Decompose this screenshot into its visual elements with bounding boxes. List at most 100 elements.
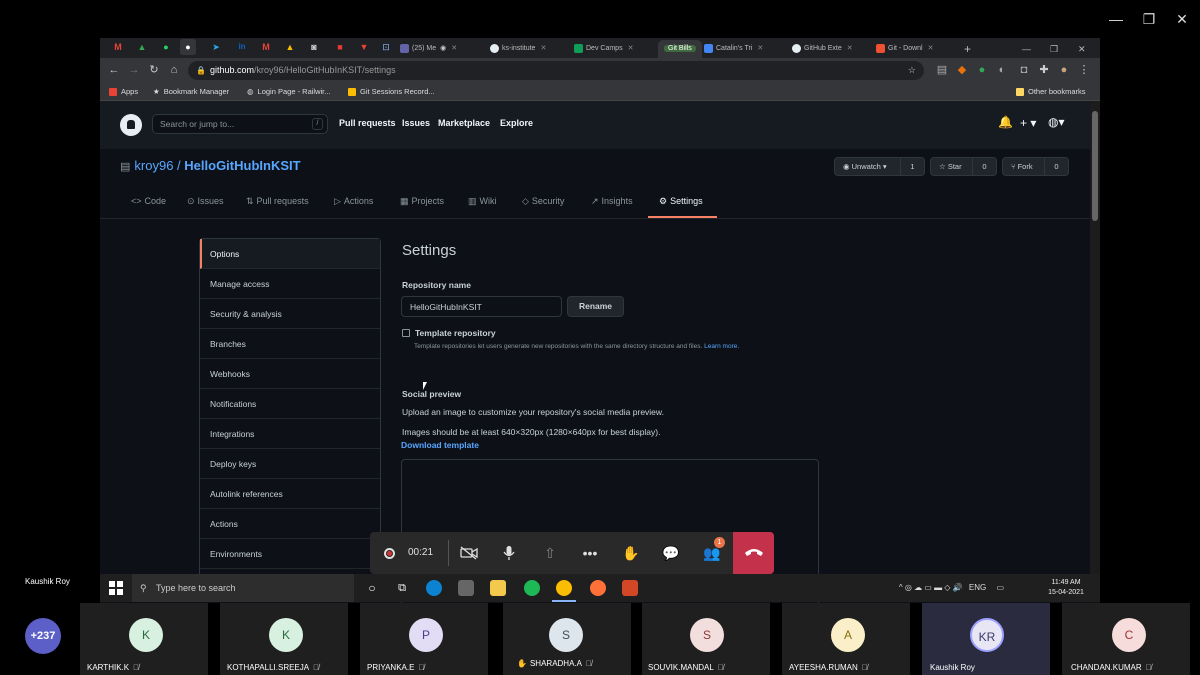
learn-more-link[interactable]: Learn more. <box>704 343 739 350</box>
download-template-link[interactable]: Download template <box>401 440 479 450</box>
file-explorer-icon[interactable] <box>490 580 506 596</box>
tab-dev-camps[interactable]: Dev Camps ✕ <box>574 40 633 58</box>
tab-projects[interactable]: ▦ Projects <box>400 196 444 207</box>
repo-owner-link[interactable]: kroy96 <box>134 158 173 173</box>
participant-tile[interactable]: S SOUVIK.MANDAL 🎙̸ <box>642 603 770 675</box>
leave-call-button[interactable] <box>733 532 774 574</box>
back-icon[interactable]: ← <box>106 62 122 78</box>
fork-count[interactable]: 0 <box>1044 158 1068 175</box>
tab-pull-requests[interactable]: ⇅ Pull requests <box>246 196 309 207</box>
template-repository-checkbox[interactable] <box>402 329 410 337</box>
gmail-tab-icon-2[interactable]: M <box>258 39 274 55</box>
bookmark-login-page[interactable]: ◍ Login Page - Railwir... <box>247 83 331 101</box>
whatsapp-tab-icon[interactable]: ● <box>158 39 174 55</box>
user-avatar[interactable]: ◍▾ <box>1048 115 1065 129</box>
nav-marketplace[interactable]: Marketplace <box>438 118 490 128</box>
more-participants-button[interactable]: +237 <box>25 618 61 654</box>
extension-icon-1[interactable]: ▤ <box>934 62 950 78</box>
scroll-thumb[interactable] <box>1092 111 1098 221</box>
close-tab-icon[interactable]: ✕ <box>451 45 457 52</box>
participant-tile[interactable]: K KARTHIK.K 🎙̸ <box>80 603 208 675</box>
bookmark-apps[interactable]: Apps <box>109 83 138 101</box>
cortana-icon[interactable]: ○ <box>364 580 380 596</box>
bookmark-git-sessions[interactable]: Git Sessions Record... <box>348 83 435 101</box>
new-tab-button[interactable]: + <box>964 40 971 58</box>
watch-button[interactable]: ◉ Unwatch ▾ 1 <box>834 157 925 176</box>
restore-button[interactable]: ❐ <box>1139 10 1159 28</box>
star-button[interactable]: ☆ Star 0 <box>930 157 997 176</box>
participant-tile[interactable]: A AYEESHA.RUMAN 🎙̸ <box>782 603 910 675</box>
sidebar-item-autolink-references[interactable]: Autolink references <box>200 479 380 509</box>
task-view-icon[interactable]: ⧉ <box>394 580 410 596</box>
tab-git-bills[interactable]: Git Bills <box>658 40 702 58</box>
sidebar-item-actions[interactable]: Actions <box>200 509 380 539</box>
more-actions-icon[interactable]: ••• <box>570 532 610 574</box>
github-tab-icon[interactable]: ● <box>180 39 196 55</box>
participant-tile-self[interactable]: KR Kaushik Roy <box>922 603 1050 675</box>
github-logo-icon[interactable] <box>120 114 142 136</box>
sidebar-item-environments[interactable]: Environments <box>200 539 380 569</box>
participant-tile[interactable]: S ✋ SHARADHA.A 🎙̸ <box>503 603 631 675</box>
sidebar-item-security-analysis[interactable]: Security & analysis <box>200 299 380 329</box>
reload-icon[interactable]: ↻ <box>146 62 162 78</box>
network-icon[interactable]: ▭ <box>996 583 1004 592</box>
app-tab-icon[interactable]: ◙ <box>306 39 322 55</box>
tab-actions[interactable]: ▷ Actions <box>334 196 373 207</box>
puzzle-icon[interactable]: ✚ <box>1036 62 1052 78</box>
doc-tab-icon[interactable]: ⊡ <box>378 39 394 55</box>
share-screen-icon[interactable]: ⇧ <box>530 532 570 574</box>
template-repository-label[interactable]: Template repository <box>415 328 496 338</box>
nav-pull-requests[interactable]: Pull requests <box>339 118 396 128</box>
participant-tile[interactable]: P PRIYANKA.E 🎙̸ <box>360 603 488 675</box>
sidebar-item-branches[interactable]: Branches <box>200 329 380 359</box>
sidebar-item-webhooks[interactable]: Webhooks <box>200 359 380 389</box>
taskbar-clock[interactable]: 11:49 AM 15-04-2021 <box>1042 578 1090 598</box>
sidebar-item-manage-access[interactable]: Manage access <box>200 269 380 299</box>
participants-icon[interactable]: 👥 <box>692 532 732 574</box>
profile-avatar-icon[interactable]: ● <box>1056 62 1072 78</box>
sidebar-item-deploy-keys[interactable]: Deploy keys <box>200 449 380 479</box>
microphone-icon[interactable] <box>489 532 529 574</box>
close-tab-icon[interactable]: ✕ <box>757 45 763 52</box>
tab-insights[interactable]: ↗ Insights <box>591 196 633 207</box>
rename-button[interactable]: Rename <box>567 296 624 317</box>
browser-restore-icon[interactable]: ❐ <box>1050 40 1058 58</box>
create-new-icon[interactable]: + ▾ <box>1020 116 1036 130</box>
nav-issues[interactable]: Issues <box>402 118 430 128</box>
close-tab-icon[interactable]: ✕ <box>928 45 934 52</box>
tab-teams[interactable]: (25) Me ◉ ✕ <box>400 40 457 58</box>
tab-security[interactable]: ◇ Security <box>522 196 564 207</box>
address-bar[interactable]: 🔒 github.com/kroy96/HelloGitHubInKSIT/se… <box>188 61 924 80</box>
browser-minimize-icon[interactable]: — <box>1022 40 1031 58</box>
spotify-icon[interactable] <box>524 580 540 596</box>
drive-tab-icon-2[interactable]: ▲ <box>282 39 298 55</box>
camera-extension-icon[interactable]: ◘ <box>1016 62 1032 78</box>
home-icon[interactable]: ⌂ <box>166 62 182 78</box>
firefox-icon[interactable] <box>590 580 606 596</box>
chrome-icon[interactable] <box>552 580 576 602</box>
chrome-menu-icon[interactable]: ⋮ <box>1076 62 1092 78</box>
page-scrollbar[interactable] <box>1090 101 1100 576</box>
taskbar-search-input[interactable]: ⚲ Type here to search <box>132 574 354 602</box>
participant-tile[interactable]: C CHANDAN.KUMAR 🎙̸ <box>1062 603 1190 675</box>
edge-icon[interactable] <box>426 580 442 596</box>
sidebar-item-integrations[interactable]: Integrations <box>200 419 380 449</box>
store-icon[interactable] <box>458 580 474 596</box>
telegram-tab-icon[interactable]: ➤ <box>208 39 224 55</box>
raise-hand-icon[interactable]: ✋ <box>611 532 651 574</box>
sidebar-item-options[interactable]: Options <box>200 239 380 269</box>
repo-name-link[interactable]: HelloGitHubInKSIT <box>184 158 300 173</box>
tab-catalin[interactable]: Catalin's Tri ✕ <box>704 40 763 58</box>
powerpoint-icon[interactable] <box>622 580 638 596</box>
language-indicator[interactable]: ENG <box>969 583 986 592</box>
tab-wiki[interactable]: ▥ Wiki <box>468 196 497 207</box>
tab-git-download[interactable]: Git - Downl ✕ <box>876 40 934 58</box>
close-button[interactable]: ✕ <box>1172 10 1192 28</box>
extension-icon-2[interactable]: ◆ <box>954 62 970 78</box>
tab-ks-institute[interactable]: ks-institute ✕ <box>490 40 546 58</box>
forward-icon[interactable]: → <box>126 62 142 78</box>
star-count[interactable]: 0 <box>972 158 996 175</box>
nav-explore[interactable]: Explore <box>500 118 533 128</box>
browser-close-icon[interactable]: ✕ <box>1078 40 1086 58</box>
notification-bell-icon[interactable]: 🔔 <box>998 115 1013 129</box>
